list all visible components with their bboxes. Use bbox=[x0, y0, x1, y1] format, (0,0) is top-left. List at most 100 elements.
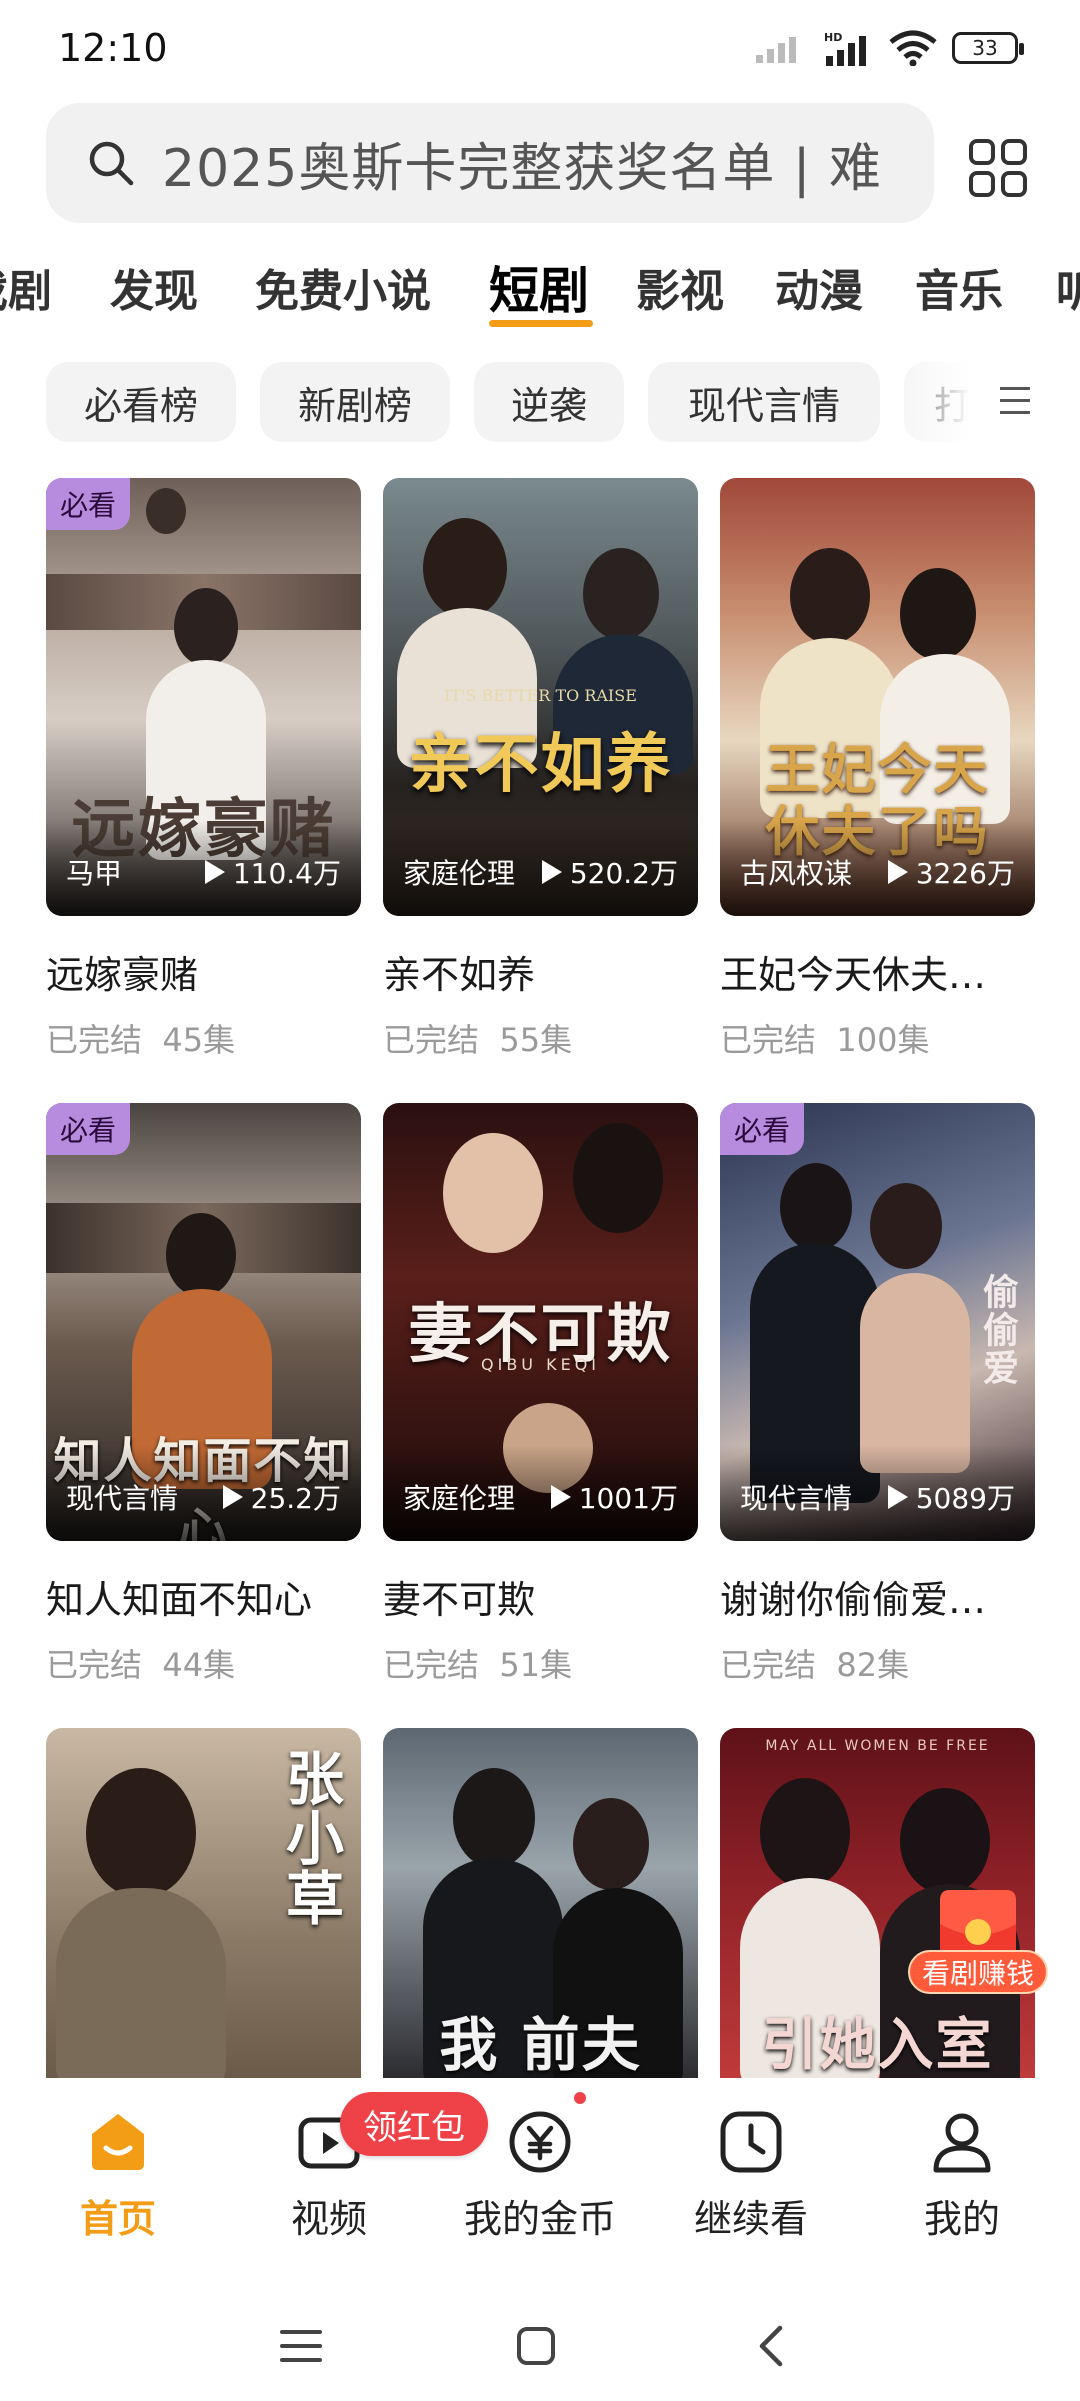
drama-status: 已完结 bbox=[720, 1646, 817, 1684]
drama-status: 已完结 bbox=[46, 1646, 143, 1684]
notification-dot bbox=[574, 2092, 586, 2104]
active-tab-indicator bbox=[489, 320, 593, 327]
play-icon bbox=[887, 1485, 908, 1509]
tab-music[interactable]: 音乐 bbox=[915, 255, 1003, 319]
genre-tag: 古风权谋 bbox=[740, 857, 853, 890]
drama-poster[interactable]: 知人知面不知心 必看 现代言情 25.2万 bbox=[46, 1103, 361, 1541]
tab-short-drama[interactable]: 短剧 bbox=[489, 255, 589, 323]
back-icon[interactable] bbox=[756, 2324, 786, 2368]
drama-title: 妻不可欺 bbox=[383, 1578, 536, 1622]
nav-profile-label: 我的 bbox=[923, 2197, 1000, 2241]
play-count: 25.2万 bbox=[222, 1477, 341, 1517]
red-packet-pill[interactable]: 领红包 bbox=[340, 2092, 488, 2156]
search-query-text: 2025奥斯卡完整获奖名单 | 难 bbox=[162, 138, 882, 199]
watch-earn-reward[interactable]: 看剧赚钱 bbox=[908, 1884, 1048, 2034]
signal-icon bbox=[756, 37, 796, 63]
system-nav-bar bbox=[0, 2250, 1080, 2401]
tab-free-novels[interactable]: 免费小说 bbox=[255, 255, 431, 319]
poster-subtext: MAY ALL WOMEN BE FREE bbox=[765, 1738, 990, 1754]
drama-poster[interactable]: 远嫁豪赌 必看 马甲 110.4万 bbox=[46, 478, 361, 916]
battery-indicator: 33 bbox=[952, 32, 1024, 64]
nav-profile[interactable]: 我的 bbox=[872, 2108, 1052, 2243]
tab-listen[interactable]: 听 bbox=[1056, 255, 1080, 319]
play-count: 1001万 bbox=[550, 1477, 678, 1517]
status-icons: HD 33 bbox=[756, 30, 1024, 66]
play-icon bbox=[541, 860, 562, 884]
must-watch-badge: 必看 bbox=[46, 478, 131, 530]
drama-card[interactable]: 妻不可欺 QIBU KEQI 家庭伦理 1001万 妻不可欺 已完结 51集 bbox=[383, 1103, 698, 1686]
must-watch-badge: 必看 bbox=[720, 1103, 805, 1155]
chip-must-watch[interactable]: 必看榜 bbox=[46, 362, 236, 442]
drama-poster[interactable]: 张小草 bbox=[46, 1728, 361, 2078]
genre-tag: 家庭伦理 bbox=[403, 1482, 516, 1515]
drama-meta: 已完结 82集 bbox=[720, 1640, 1035, 1686]
coin-icon bbox=[509, 2111, 571, 2173]
poster-subtext: QIBU KEQI bbox=[481, 1355, 600, 1374]
nav-home[interactable]: 首页 bbox=[28, 2108, 208, 2243]
tab-film-tv[interactable]: 影视 bbox=[636, 255, 724, 319]
tab-anime[interactable]: 动漫 bbox=[775, 255, 863, 319]
play-count-text: 1001万 bbox=[578, 1482, 678, 1515]
drama-episodes: 100集 bbox=[836, 1021, 930, 1059]
drama-card[interactable]: 远嫁豪赌 必看 马甲 110.4万 远嫁豪赌 已完结 45集 bbox=[46, 478, 361, 1061]
drama-title: 远嫁豪赌 bbox=[46, 953, 199, 997]
drama-card[interactable]: 王妃今天休夫了吗 古风权谋 3226万 王妃今天休夫… 已完结 100集 bbox=[720, 478, 1035, 1061]
hd-signal-icon: HD bbox=[824, 31, 866, 66]
play-count-text: 3226万 bbox=[915, 857, 1015, 890]
chip-new-drama[interactable]: 新剧榜 bbox=[260, 362, 450, 442]
tab-drama[interactable]: 戏剧 bbox=[0, 255, 52, 319]
nav-home-label: 首页 bbox=[79, 2197, 156, 2241]
drama-episodes: 55集 bbox=[499, 1021, 573, 1059]
drama-status: 已完结 bbox=[383, 1646, 480, 1684]
play-count: 110.4万 bbox=[204, 852, 341, 892]
grid-menu-icon[interactable] bbox=[968, 138, 1028, 198]
drama-card[interactable]: 偷偷爱 必看 现代言情 5089万 谢谢你偷偷爱… 已完结 82集 bbox=[720, 1103, 1035, 1686]
nav-coins-label: 我的金币 bbox=[463, 2197, 616, 2241]
clock-icon bbox=[720, 2111, 782, 2173]
nav-continue-watching[interactable]: 继续看 bbox=[661, 2108, 841, 2243]
play-icon bbox=[550, 1485, 571, 1509]
play-count-text: 520.2万 bbox=[569, 857, 678, 890]
drama-title: 王妃今天休夫… bbox=[720, 953, 987, 997]
search-bar[interactable]: 2025奥斯卡完整获奖名单 | 难 bbox=[46, 103, 934, 223]
drama-meta: 已完结 100集 bbox=[720, 1015, 1035, 1061]
nav-video-label: 视频 bbox=[290, 2197, 367, 2241]
drama-poster[interactable]: IT'S BETTER TO RAISE 亲不如养 家庭伦理 520.2万 bbox=[383, 478, 698, 916]
drama-episodes: 44集 bbox=[162, 1646, 236, 1684]
chip-modern-romance[interactable]: 现代言情 bbox=[648, 362, 880, 442]
bottom-nav: 首页 视频 我的金币 继续看 我的 bbox=[0, 2078, 1080, 2243]
home-square-icon[interactable] bbox=[516, 2326, 556, 2366]
chip-menu-icon[interactable] bbox=[1000, 384, 1030, 418]
wifi-icon bbox=[889, 30, 937, 66]
drama-card[interactable]: 知人知面不知心 必看 现代言情 25.2万 知人知面不知心 已完结 44集 bbox=[46, 1103, 361, 1686]
play-count: 5089万 bbox=[887, 1477, 1015, 1517]
drama-episodes: 51集 bbox=[499, 1646, 573, 1684]
drama-card[interactable]: 我 前夫 bbox=[383, 1728, 698, 2078]
svg-text:HD: HD bbox=[824, 31, 842, 44]
play-count-text: 110.4万 bbox=[232, 857, 341, 890]
play-icon bbox=[887, 860, 908, 884]
genre-tag: 现代言情 bbox=[66, 1482, 179, 1515]
genre-tag: 家庭伦理 bbox=[403, 857, 516, 890]
drama-meta: 已完结 44集 bbox=[46, 1640, 361, 1686]
nav-continue-label: 继续看 bbox=[693, 2197, 808, 2241]
play-count-text: 25.2万 bbox=[250, 1482, 341, 1515]
tab-discover[interactable]: 发现 bbox=[110, 255, 198, 319]
poster-title-text: 我 前夫 bbox=[439, 2011, 642, 2078]
drama-poster[interactable]: 偷偷爱 必看 现代言情 5089万 bbox=[720, 1103, 1035, 1541]
drama-card[interactable]: IT'S BETTER TO RAISE 亲不如养 家庭伦理 520.2万 亲不… bbox=[383, 478, 698, 1061]
drama-meta: 已完结 45集 bbox=[46, 1015, 361, 1061]
play-count-text: 5089万 bbox=[915, 1482, 1015, 1515]
play-icon bbox=[204, 860, 225, 884]
drama-poster[interactable]: 妻不可欺 QIBU KEQI 家庭伦理 1001万 bbox=[383, 1103, 698, 1541]
drama-episodes: 82集 bbox=[836, 1646, 910, 1684]
home-icon bbox=[92, 2114, 144, 2170]
drama-card[interactable]: 张小草 bbox=[46, 1728, 361, 2078]
watch-earn-label: 看剧赚钱 bbox=[908, 1950, 1048, 1994]
chips-fade bbox=[880, 362, 1080, 442]
menu-icon[interactable] bbox=[280, 2328, 322, 2364]
drama-poster[interactable]: 我 前夫 bbox=[383, 1728, 698, 2078]
poster-title-text: 亲不如养 bbox=[408, 727, 673, 802]
chip-comeback[interactable]: 逆袭 bbox=[474, 362, 624, 442]
drama-poster[interactable]: 王妃今天休夫了吗 古风权谋 3226万 bbox=[720, 478, 1035, 916]
